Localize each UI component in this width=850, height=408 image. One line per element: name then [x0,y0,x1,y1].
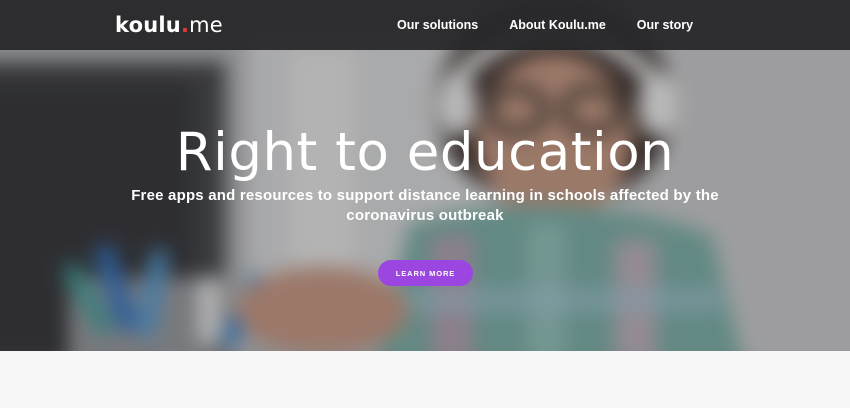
hero-content: Right to education Free apps and resourc… [0,120,850,226]
top-navbar: koulu.me Our solutions About Koulu.me Ou… [0,0,850,50]
hero-section: Right to education Free apps and resourc… [0,0,850,351]
nav-link-our-solutions[interactable]: Our solutions [397,18,478,32]
page: Right to education Free apps and resourc… [0,0,850,408]
learn-more-button[interactable]: LEARN MORE [378,260,473,286]
hero-subtitle: Free apps and resources to support dista… [131,187,719,224]
main-nav: Our solutions About Koulu.me Our story [380,0,724,50]
logo-tld: me [189,13,223,37]
logo-dot: . [180,13,190,37]
logo-name: koulu [115,13,181,37]
nav-link-about[interactable]: About Koulu.me [509,18,606,32]
content-section [0,351,850,408]
hero-title: Right to education [175,122,675,183]
nav-link-our-story[interactable]: Our story [637,18,693,32]
site-logo[interactable]: koulu.me [115,12,223,38]
